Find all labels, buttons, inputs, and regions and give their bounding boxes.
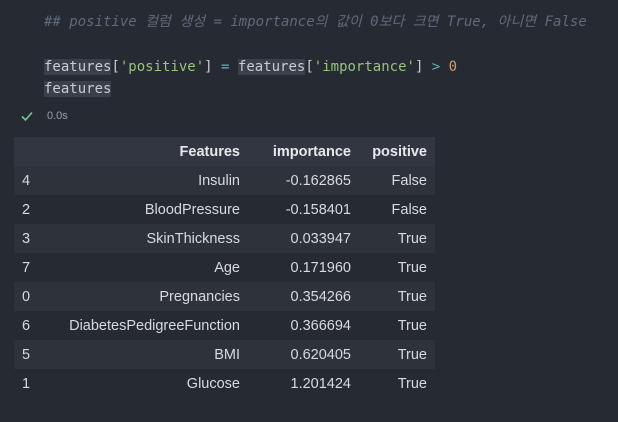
row-index: 6	[14, 311, 46, 340]
row-index: 0	[14, 282, 46, 311]
column-header-importance: importance	[248, 137, 359, 166]
column-header-positive: positive	[359, 137, 435, 166]
code-token-string: 'importance'	[313, 59, 415, 75]
row-positive: True	[359, 253, 435, 282]
row-positive: False	[359, 166, 435, 195]
notebook-page: ## positive 컬럼 생성 = importance의 값이 0보다 크…	[0, 0, 618, 422]
column-header-features: Features	[46, 137, 248, 166]
execution-status: 0.0s	[20, 107, 68, 125]
code-token-number: 0	[448, 59, 458, 75]
row-importance: 0.171960	[248, 253, 359, 282]
row-feature: SkinThickness	[46, 224, 248, 253]
row-index: 4	[14, 166, 46, 195]
execution-duration: 0.0s	[47, 110, 68, 122]
code-token-features: features	[44, 81, 112, 97]
row-importance: 1.201424	[248, 369, 359, 398]
table-row: 2 BloodPressure -0.158401 False	[14, 195, 435, 224]
column-header-index	[14, 137, 46, 166]
table-row: 0 Pregnancies 0.354266 True	[14, 282, 435, 311]
row-positive: True	[359, 340, 435, 369]
table-row: 7 Age 0.171960 True	[14, 253, 435, 282]
row-index: 2	[14, 195, 46, 224]
code-token-bracket: [	[111, 59, 120, 75]
row-importance: -0.158401	[248, 195, 359, 224]
row-index: 7	[14, 253, 46, 282]
row-feature: Age	[46, 253, 248, 282]
row-index: 5	[14, 340, 46, 369]
row-positive: False	[359, 195, 435, 224]
code-token-operator: >	[423, 59, 449, 75]
table-row: 4 Insulin -0.162865 False	[14, 166, 435, 195]
code-comment: ## positive 컬럼 생성 = importance의 값이 0보다 크…	[44, 14, 587, 30]
row-feature: Insulin	[46, 166, 248, 195]
row-importance: 0.366694	[248, 311, 359, 340]
code-token-features: features	[237, 59, 306, 75]
table-row: 6 DiabetesPedigreeFunction 0.366694 True	[14, 311, 435, 340]
row-importance: 0.620405	[248, 340, 359, 369]
row-feature: Pregnancies	[46, 282, 248, 311]
row-importance: 0.354266	[248, 282, 359, 311]
dataframe-table: Features importance positive 4 Insulin -0.…	[14, 137, 435, 398]
code-cell[interactable]: ## positive 컬럼 생성 = importance의 값이 0보다 크…	[0, 0, 618, 106]
row-importance: -0.162865	[248, 166, 359, 195]
code-assign-line: features['positive'] = features['importa…	[44, 57, 457, 77]
code-token-features: features	[44, 59, 112, 75]
row-positive: True	[359, 282, 435, 311]
table-row: 3 SkinThickness 0.033947 True	[14, 224, 435, 253]
row-positive: True	[359, 224, 435, 253]
cell-output: Features importance positive 4 Insulin -0.…	[14, 137, 435, 398]
row-feature: BMI	[46, 340, 248, 369]
code-token-string: 'positive'	[119, 59, 205, 75]
code-token-operator: =	[212, 59, 238, 75]
row-index: 1	[14, 369, 46, 398]
table-header-row: Features importance positive	[14, 137, 435, 166]
row-index: 3	[14, 224, 46, 253]
row-positive: True	[359, 369, 435, 398]
check-icon	[21, 111, 33, 122]
table-row: 5 BMI 0.620405 True	[14, 340, 435, 369]
code-display-line: features	[44, 79, 112, 99]
row-positive: True	[359, 311, 435, 340]
code-token-bracket: [	[305, 59, 314, 75]
row-importance: 0.033947	[248, 224, 359, 253]
code-token-bracket: ]	[204, 59, 213, 75]
row-feature: DiabetesPedigreeFunction	[46, 311, 248, 340]
row-feature: Glucose	[46, 369, 248, 398]
row-feature: BloodPressure	[46, 195, 248, 224]
table-row: 1 Glucose 1.201424 True	[14, 369, 435, 398]
